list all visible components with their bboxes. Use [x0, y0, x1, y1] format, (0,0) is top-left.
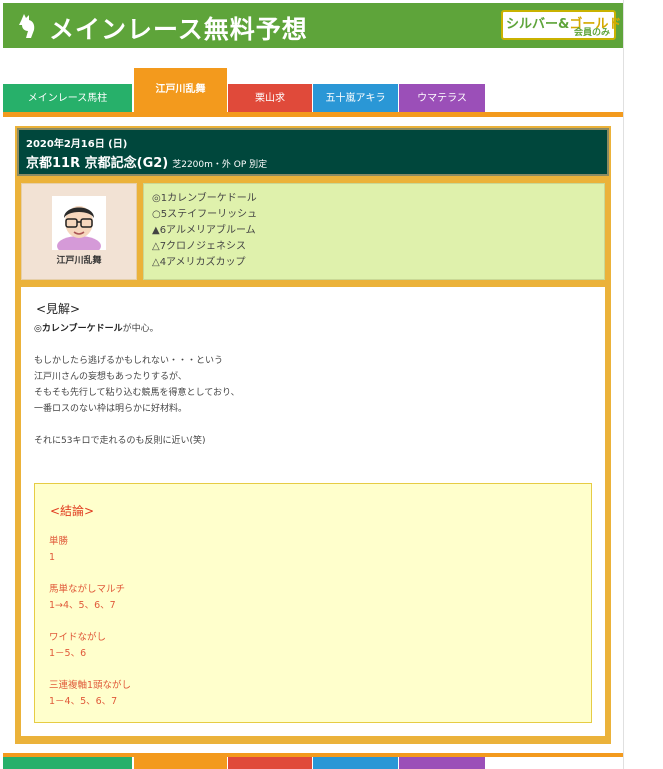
- bet-type: 三連複軸1頭ながし: [49, 680, 132, 691]
- tab-kuriyama[interactable]: 栗山求: [228, 84, 312, 112]
- pick-item: △4アメリカズカップ: [152, 257, 246, 268]
- tab-edogawa[interactable]: 江戸川乱舞: [134, 68, 227, 112]
- race-detail: 芝2200m・外 OP 別定: [172, 160, 268, 170]
- view-line: 一番ロスのない枠は明らかに好材料。: [34, 404, 188, 414]
- header-bar: メインレース無料予想 シルバー&ゴールド 会員のみ: [3, 3, 623, 48]
- view-line: もしかしたら逃げるかもしれない・・・という: [34, 356, 224, 366]
- view-line: それに53キロで走れるのも反則に近い(笑): [34, 436, 206, 446]
- member-badge[interactable]: シルバー&ゴールド 会員のみ: [501, 10, 621, 40]
- view-text: ◎カレンブーケドールが中心。 もしかしたら逃げるかもしれない・・・という 江戸川…: [34, 321, 240, 449]
- bet-type: ワイドながし: [49, 632, 107, 643]
- page-title: メインレース無料予想: [49, 15, 308, 44]
- bottom-tab-kuriyama[interactable]: [228, 757, 312, 769]
- bet-type: 馬単ながしマルチ: [49, 584, 126, 595]
- race-date: 2020年2月16日 (日): [26, 139, 128, 150]
- bottom-tab-edogawa[interactable]: [134, 757, 227, 769]
- bottom-tab-main-race[interactable]: [3, 757, 132, 769]
- forecaster-avatar: [52, 196, 106, 250]
- picks-box: ◎1カレンブーケドール ○5ステイフーリッシュ ▲6アルメリアブルーム △7クロ…: [143, 183, 605, 280]
- race-name: 京都11R 京都記念(G2) 芝2200m・外 OP 別定: [26, 152, 267, 171]
- badge-main-silver: シルバー&: [506, 17, 570, 32]
- bet-item: 三連複軸1頭ながし 1－4、5、6、7: [49, 678, 131, 710]
- horse-logo-icon: [19, 14, 35, 38]
- view-line: 江戸川さんの妄想もあったりするが、: [34, 372, 187, 382]
- bet-item: 単勝 1: [49, 534, 131, 566]
- bet-numbers: 1－5、6: [49, 648, 87, 659]
- page: メインレース無料予想 シルバー&ゴールド 会員のみ メインレース馬柱 江戸川乱舞…: [0, 0, 624, 769]
- tab-umaterasu[interactable]: ウマテラス: [399, 84, 485, 112]
- view-lead-rest: が中心。: [122, 324, 159, 334]
- race-header: 2020年2月16日 (日) 京都11R 京都記念(G2) 芝2200m・外 OP…: [17, 128, 609, 176]
- view-lead-bold: ◎カレンブーケドール: [34, 324, 123, 334]
- pick-item: ○5ステイフーリッシュ: [152, 209, 258, 220]
- tab-main-race[interactable]: メインレース馬柱: [3, 84, 132, 112]
- view-line: [34, 337, 240, 353]
- bottom-tab-umaterasu[interactable]: [399, 757, 485, 769]
- analysis-box: <見解> ◎カレンブーケドールが中心。 もしかしたら逃げるかもしれない・・・とい…: [21, 287, 605, 736]
- forecaster-tabs: メインレース馬柱 江戸川乱舞 栗山求 五十嵐アキラ ウマテラス: [3, 68, 623, 112]
- bet-item: ワイドながし 1－5、6: [49, 630, 131, 662]
- conclusion-box: <結論> 単勝 1 馬単ながしマルチ 1→4、5、6、7 ワイドながし 1－5、…: [34, 483, 592, 723]
- forecaster-card: 江戸川乱舞: [21, 183, 137, 280]
- bet-numbers: 1－4、5、6、7: [49, 696, 118, 707]
- pick-item: ▲6アルメリアブルーム: [152, 225, 256, 236]
- pick-item: △7クロノジェネシス: [152, 241, 247, 252]
- view-title: <見解>: [36, 302, 81, 316]
- race-title: 京都11R 京都記念(G2): [26, 156, 169, 171]
- view-line: そもそも先行して粘り込む競馬を得意としており、: [34, 388, 240, 398]
- pick-item: ◎1カレンブーケドール: [152, 193, 257, 204]
- bet-numbers: 1→4、5、6、7: [49, 600, 116, 611]
- bet-type: 単勝: [49, 536, 69, 547]
- view-line: [34, 417, 240, 433]
- bet-numbers: 1: [49, 552, 56, 563]
- tab-igarashi[interactable]: 五十嵐アキラ: [313, 84, 398, 112]
- forecaster-name: 江戸川乱舞: [56, 256, 102, 266]
- bottom-tab-igarashi[interactable]: [313, 757, 398, 769]
- bottom-tabs: [3, 757, 623, 769]
- conclusion-list: 単勝 1 馬単ながしマルチ 1→4、5、6、7 ワイドながし 1－5、6 三連複…: [49, 534, 131, 726]
- badge-sub: 会員のみ: [573, 28, 610, 38]
- conclusion-title: <結論>: [50, 504, 95, 518]
- tabs-underline: [3, 112, 623, 117]
- bet-item: 馬単ながしマルチ 1→4、5、6、7: [49, 582, 131, 614]
- view-lead: ◎カレンブーケドールが中心。: [34, 321, 240, 337]
